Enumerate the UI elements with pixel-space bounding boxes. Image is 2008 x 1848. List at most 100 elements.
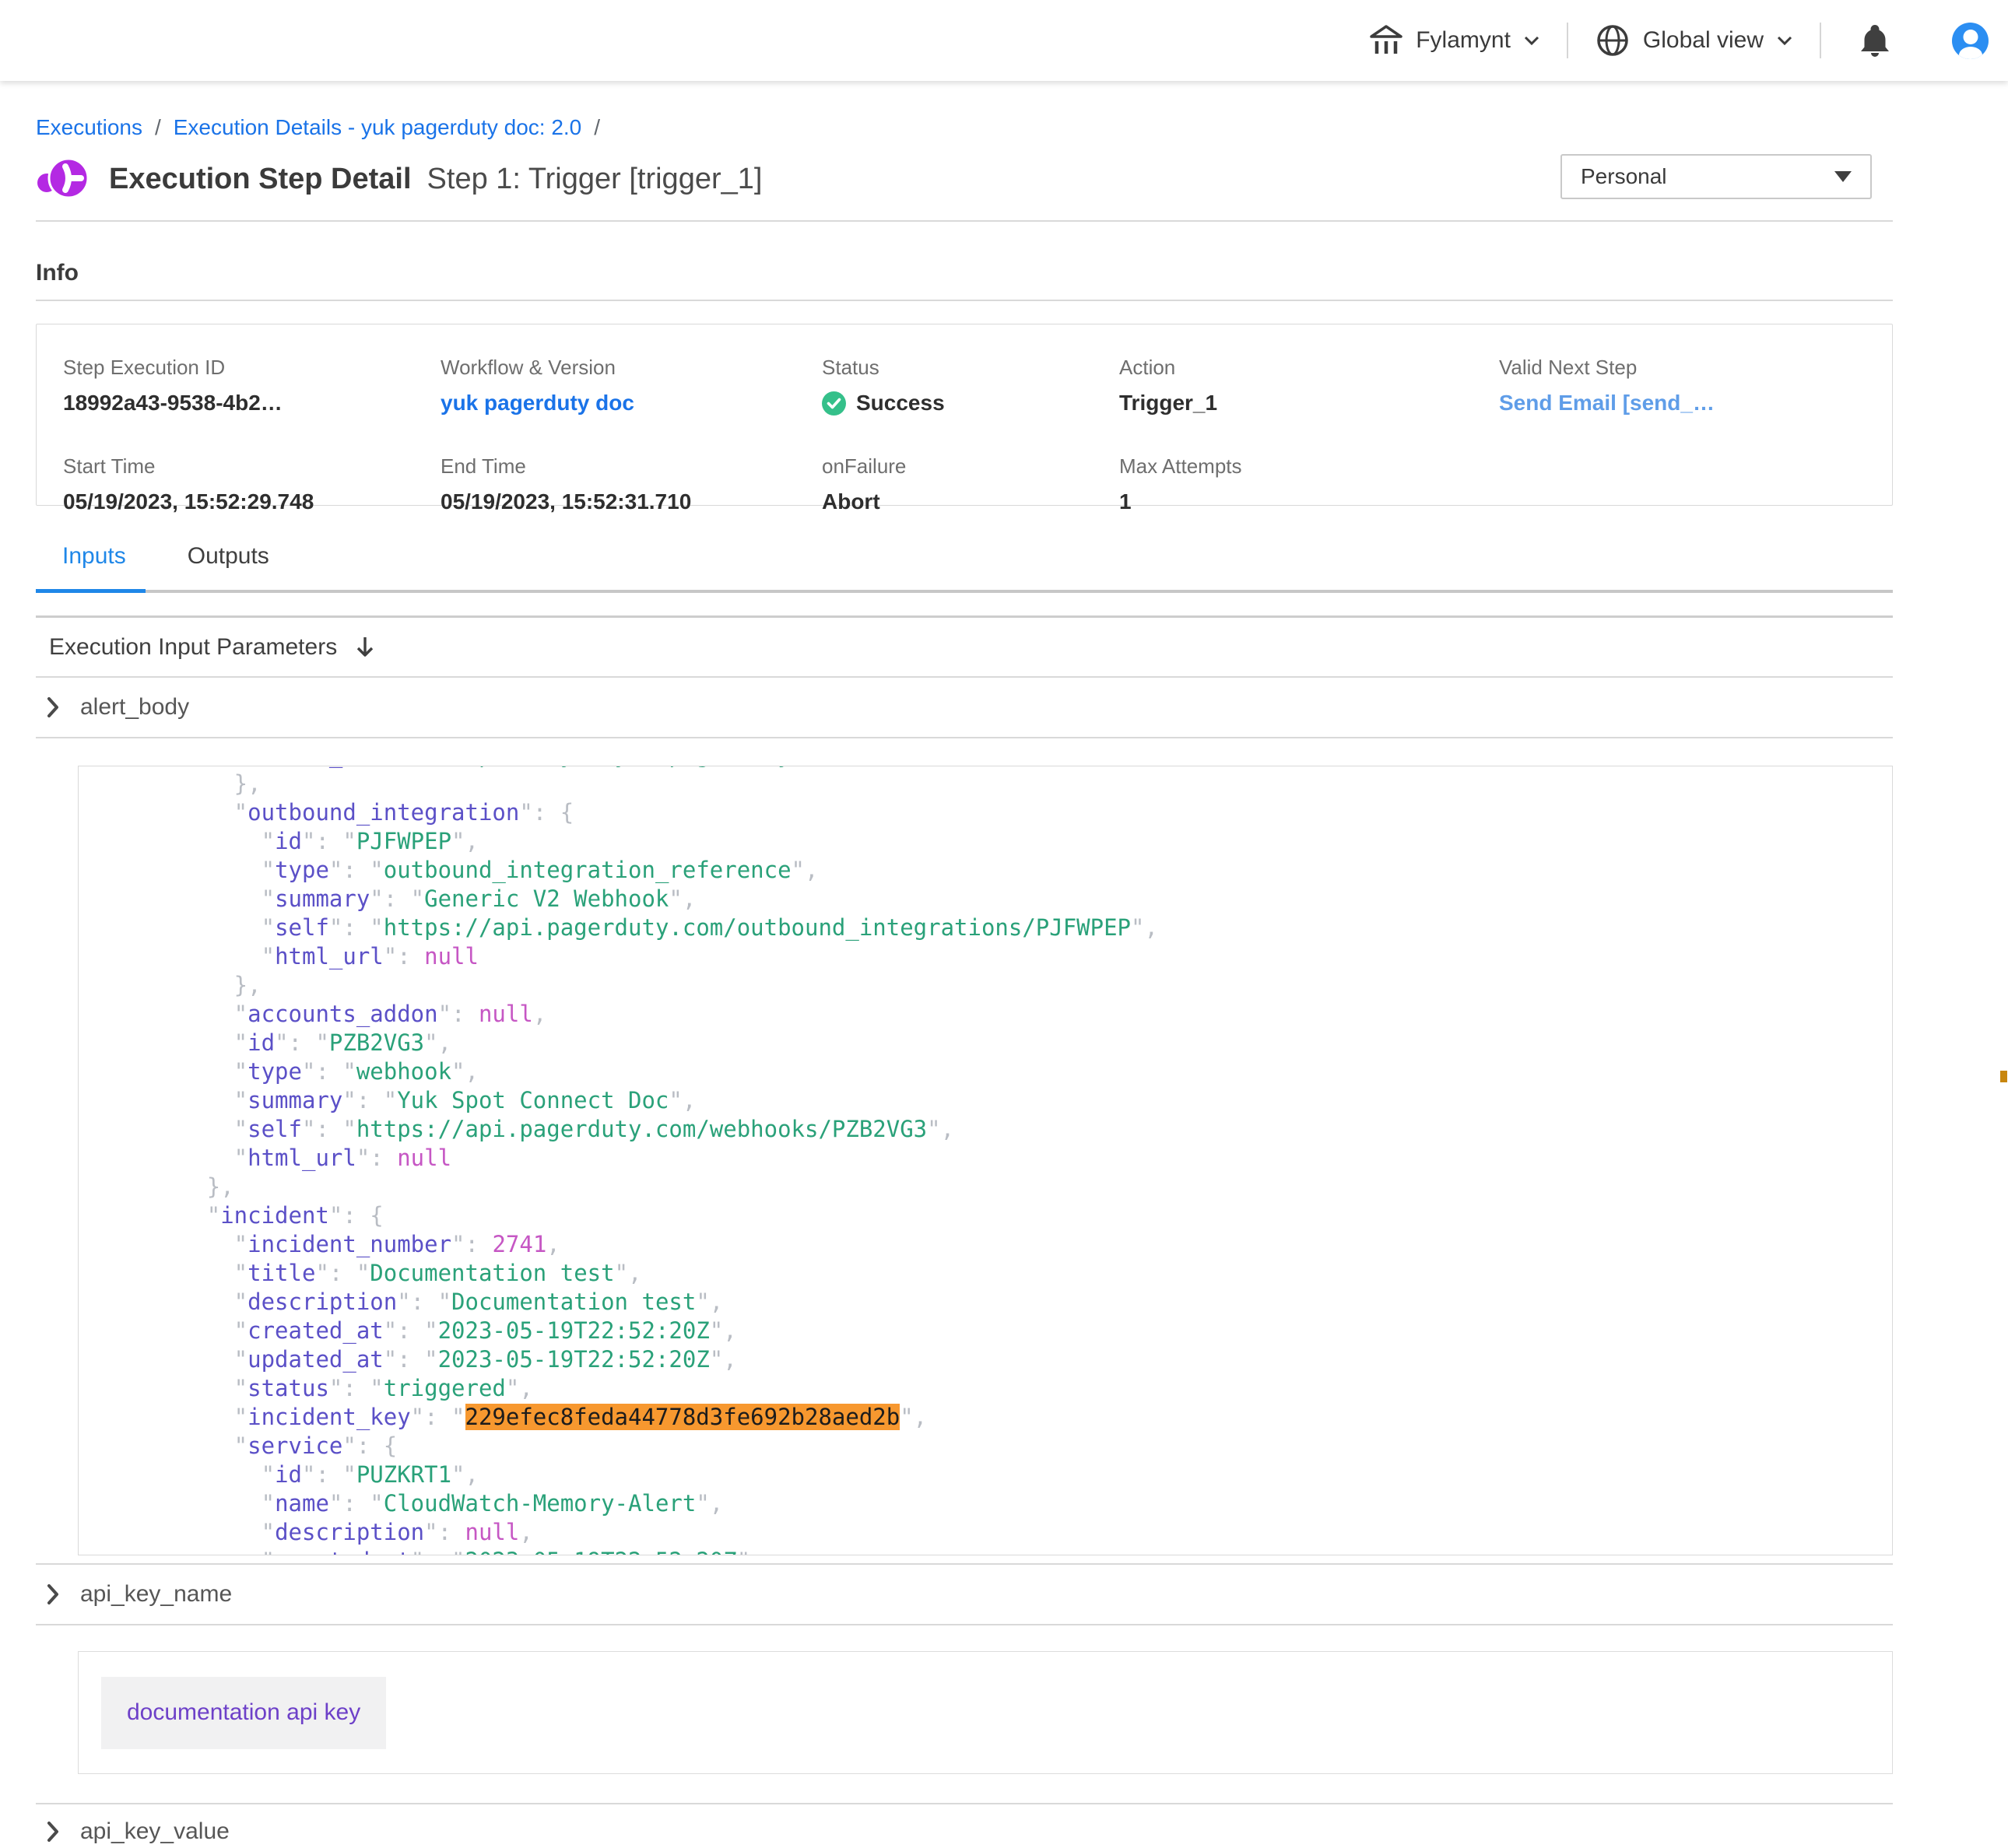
field-value: 1 (1119, 489, 1499, 514)
code-line: "incident": { (125, 1201, 1892, 1230)
tab-bar: Inputs Outputs (36, 543, 1893, 593)
param-name: api_key_name (80, 1581, 232, 1608)
status-badge: Success (822, 391, 1119, 416)
field-label: Start Time (63, 454, 441, 479)
success-check-icon (822, 391, 846, 416)
field-max-attempts: Max Attempts 1 (1119, 454, 1499, 514)
code-line: }, (125, 770, 1892, 798)
code-line: "service": { (125, 1432, 1892, 1461)
field-value: 18992a43-9538-4b2… (63, 391, 441, 416)
next-step-link[interactable]: Send Email [send_… (1499, 391, 1892, 416)
arrow-down-icon (354, 635, 376, 660)
param-name: alert_body (80, 694, 189, 721)
info-heading: Info (36, 260, 1929, 288)
breadcrumb-executions[interactable]: Executions (36, 115, 142, 140)
param-row-api-key-value[interactable]: api_key_value (36, 1804, 1893, 1848)
bell-icon (1859, 23, 1891, 58)
fylamynt-logo-icon (36, 155, 95, 203)
breadcrumb: Executions / Execution Details - yuk pag… (36, 115, 1929, 140)
field-label: Max Attempts (1119, 454, 1499, 479)
param-row-alert-body[interactable]: alert_body (36, 678, 1893, 738)
page-title: Execution Step Detail (109, 163, 412, 196)
org-name: Fylamynt (1416, 27, 1511, 54)
view-switcher[interactable]: Global view (1595, 23, 1793, 58)
tab-outputs[interactable]: Outputs (188, 543, 269, 590)
field-label: Step Execution ID (63, 356, 441, 380)
code-line: "description": null, (125, 1518, 1892, 1547)
code-line: "status": "triggered", (125, 1374, 1892, 1403)
divider (36, 220, 1893, 222)
code-line: "outbound_integration": { (125, 798, 1892, 827)
download-parameters-button[interactable] (354, 635, 376, 660)
institution-icon (1369, 23, 1403, 58)
execution-step-detail-page: Fylamynt Global view (0, 0, 2008, 1848)
code-line: "html_url": null (125, 942, 1892, 971)
params-bar-label: Execution Input Parameters (49, 634, 337, 661)
scope-select[interactable]: Personal (1560, 154, 1872, 199)
code-line: "type": "webhook", (125, 1057, 1892, 1086)
chevron-right-icon (47, 1821, 60, 1843)
user-avatar[interactable] (1952, 23, 1989, 59)
active-tab-underline (36, 589, 146, 593)
globe-icon (1595, 23, 1631, 58)
topbar-divider (1567, 23, 1568, 58)
code-line: "incident_key": "229efec8feda44778d3fe69… (125, 1403, 1892, 1432)
code-line: "summary": "Generic V2 Webhook", (125, 885, 1892, 913)
status-text: Success (856, 391, 945, 416)
scrollbar-find-marker (2000, 1071, 2007, 1082)
workflow-link[interactable]: yuk pagerduty doc (441, 391, 822, 416)
field-value: Abort (822, 489, 1119, 514)
code-line: "created_at": "2023-05-19T22:52:20Z", (125, 1317, 1892, 1345)
breadcrumb-separator: / (594, 115, 600, 140)
code-line: "accounts_addon": null, (125, 1000, 1892, 1029)
code-line: "incident_number": 2741, (125, 1230, 1892, 1259)
page-subtitle: Step 1: Trigger [trigger_1] (427, 163, 763, 196)
code-line: }, (125, 1173, 1892, 1201)
code-line: "created_at": "2023-05-19T22:52:20Z", (125, 1547, 1892, 1555)
chevron-down-icon (1776, 35, 1793, 46)
notifications-button[interactable] (1859, 23, 1891, 58)
field-step-execution-id: Step Execution ID 18992a43-9538-4b2… (63, 356, 441, 416)
field-valid-next-step: Valid Next Step Send Email [send_… (1499, 356, 1892, 416)
field-label: onFailure (822, 454, 1119, 479)
code-line: "summary": "Yuk Spot Connect Doc", (125, 1086, 1892, 1115)
field-label: Action (1119, 356, 1499, 380)
execution-input-parameters-bar: Execution Input Parameters (36, 618, 1893, 678)
topbar: Fylamynt Global view (0, 0, 2008, 81)
code-line: "description": "Documentation test", (125, 1288, 1892, 1317)
field-onfailure: onFailure Abort (822, 454, 1119, 514)
field-start-time: Start Time 05/19/2023, 15:52:29.748 (63, 454, 441, 514)
field-label: Status (822, 356, 1119, 380)
breadcrumb-execution-details[interactable]: Execution Details - yuk pagerduty doc: 2… (174, 115, 582, 140)
code-line: }, (125, 971, 1892, 1000)
code-line: "id": "PJFWPEP", (125, 827, 1892, 856)
code-line: "updated_at": "2023-05-19T22:52:20Z", (125, 1345, 1892, 1374)
code-line: "html_url": null (125, 1144, 1892, 1173)
org-switcher[interactable]: Fylamynt (1369, 23, 1540, 58)
chevron-right-icon (47, 696, 60, 718)
alert-body-json-viewer[interactable]: "html_url": "https://fylamynt.pagerduty.… (78, 766, 1893, 1555)
field-label: End Time (441, 454, 822, 479)
tab-inputs[interactable]: Inputs (62, 543, 126, 590)
field-label: Valid Next Step (1499, 356, 1892, 380)
field-end-time: End Time 05/19/2023, 15:52:31.710 (441, 454, 822, 514)
field-status: Status Success (822, 356, 1119, 416)
param-row-api-key-name[interactable]: api_key_name (36, 1565, 1893, 1625)
field-value: 05/19/2023, 15:52:31.710 (441, 489, 822, 514)
topbar-divider (1820, 23, 1821, 58)
api-key-name-chip[interactable]: documentation api key (101, 1677, 386, 1749)
divider (36, 300, 1893, 301)
code-line: "self": "https://api.pagerduty.com/outbo… (125, 913, 1892, 942)
field-action: Action Trigger_1 (1119, 356, 1499, 416)
title-row: Execution Step Detail Step 1: Trigger [t… (36, 154, 1893, 204)
scope-select-value: Personal (1581, 164, 1834, 189)
code-line: "self": "https://api.pagerduty.com/webho… (125, 1115, 1892, 1144)
field-value: Trigger_1 (1119, 391, 1499, 416)
info-card: Step Execution ID 18992a43-9538-4b2… Wor… (36, 324, 1893, 506)
chevron-right-icon (47, 1583, 60, 1605)
main-content: Executions / Execution Details - yuk pag… (0, 115, 1929, 1848)
code-line: "id": "PZB2VG3", (125, 1029, 1892, 1057)
json-code: "html_url": "https://fylamynt.pagerduty.… (79, 766, 1892, 1555)
view-name: Global view (1643, 27, 1764, 54)
code-line: "id": "PUZKRT1", (125, 1461, 1892, 1489)
